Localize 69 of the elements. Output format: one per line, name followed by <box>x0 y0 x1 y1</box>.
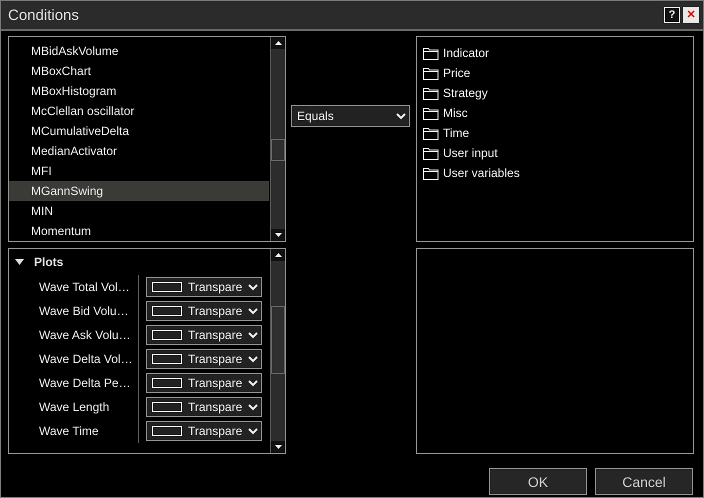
folder-icon <box>423 66 439 80</box>
color-swatch <box>152 354 182 364</box>
folder-icon <box>423 46 439 60</box>
folder-icon <box>423 126 439 140</box>
list-item[interactable]: Momentum <box>9 221 269 241</box>
caret-icon <box>248 380 258 386</box>
list-item[interactable]: MedianActivator <box>9 141 269 161</box>
category-label: Plots <box>34 255 64 269</box>
tree-item[interactable]: Time <box>443 126 470 140</box>
list-item[interactable]: MFI <box>9 161 269 181</box>
list-item[interactable]: MCumulativeDelta <box>9 121 269 141</box>
caret-icon <box>396 112 406 120</box>
folder-icon <box>423 166 439 180</box>
caret-icon <box>248 356 258 362</box>
property-name: Wave Delta Vol… <box>9 347 139 371</box>
list-item[interactable]: MBoxHistogram <box>9 81 269 101</box>
caret-icon <box>248 332 258 338</box>
color-dropdown[interactable]: Transpare <box>146 325 262 345</box>
color-swatch <box>152 306 182 316</box>
tree-item[interactable]: Strategy <box>443 86 488 100</box>
color-dropdown[interactable]: Transpare <box>146 349 262 369</box>
window-title: Conditions <box>8 6 80 24</box>
folder-icon <box>423 86 439 100</box>
property-name: Wave Delta Pe… <box>9 371 139 395</box>
folder-icon <box>423 106 439 120</box>
scroll-thumb[interactable] <box>271 139 285 161</box>
scroll-thumb[interactable] <box>271 306 285 374</box>
property-name: Wave Time <box>9 419 139 443</box>
color-dropdown[interactable]: Transpare <box>146 421 262 441</box>
color-dropdown[interactable]: Transpare <box>146 397 262 417</box>
color-swatch <box>152 426 182 436</box>
scrollbar[interactable] <box>270 249 285 453</box>
tree-item[interactable]: User input <box>443 146 498 160</box>
tree-item[interactable]: Price <box>443 66 470 80</box>
list-item[interactable]: MGannSwing <box>9 181 269 201</box>
close-button[interactable]: ✕ <box>683 7 699 23</box>
list-item[interactable]: MIN <box>9 201 269 221</box>
caret-icon <box>248 404 258 410</box>
color-swatch <box>152 378 182 388</box>
color-swatch <box>152 330 182 340</box>
scroll-down-icon[interactable] <box>274 445 282 449</box>
caret-icon <box>248 284 258 290</box>
property-name: Wave Ask Volu… <box>9 323 139 347</box>
color-dropdown[interactable]: Transpare <box>146 277 262 297</box>
ok-button[interactable]: OK <box>489 468 587 495</box>
property-name: Wave Length <box>9 395 139 419</box>
scroll-up-icon[interactable] <box>274 253 282 257</box>
color-swatch <box>152 402 182 412</box>
help-button[interactable]: ? <box>664 7 680 23</box>
color-dropdown[interactable]: Transpare <box>146 301 262 321</box>
list-item[interactable]: MBoxChart <box>9 61 269 81</box>
expand-triangle-icon[interactable] <box>15 259 24 265</box>
tree-item[interactable]: Misc <box>443 106 468 120</box>
scroll-up-icon[interactable] <box>274 41 282 45</box>
operator-dropdown[interactable]: Equals <box>291 105 410 127</box>
scroll-down-icon[interactable] <box>274 233 282 237</box>
caret-icon <box>248 428 258 434</box>
list-item[interactable]: McClellan oscillator <box>9 101 269 121</box>
property-name: Wave Total Vol… <box>9 275 139 299</box>
scrollbar[interactable] <box>270 37 285 241</box>
caret-icon <box>248 308 258 314</box>
cancel-button[interactable]: Cancel <box>595 468 693 495</box>
tree-item[interactable]: User variables <box>443 166 520 180</box>
color-dropdown[interactable]: Transpare <box>146 373 262 393</box>
tree-item[interactable]: Indicator <box>443 46 490 60</box>
folder-icon <box>423 146 439 160</box>
color-swatch <box>152 282 182 292</box>
list-item[interactable]: MBidAskVolume <box>9 41 269 61</box>
property-name: Wave Bid Volu… <box>9 299 139 323</box>
